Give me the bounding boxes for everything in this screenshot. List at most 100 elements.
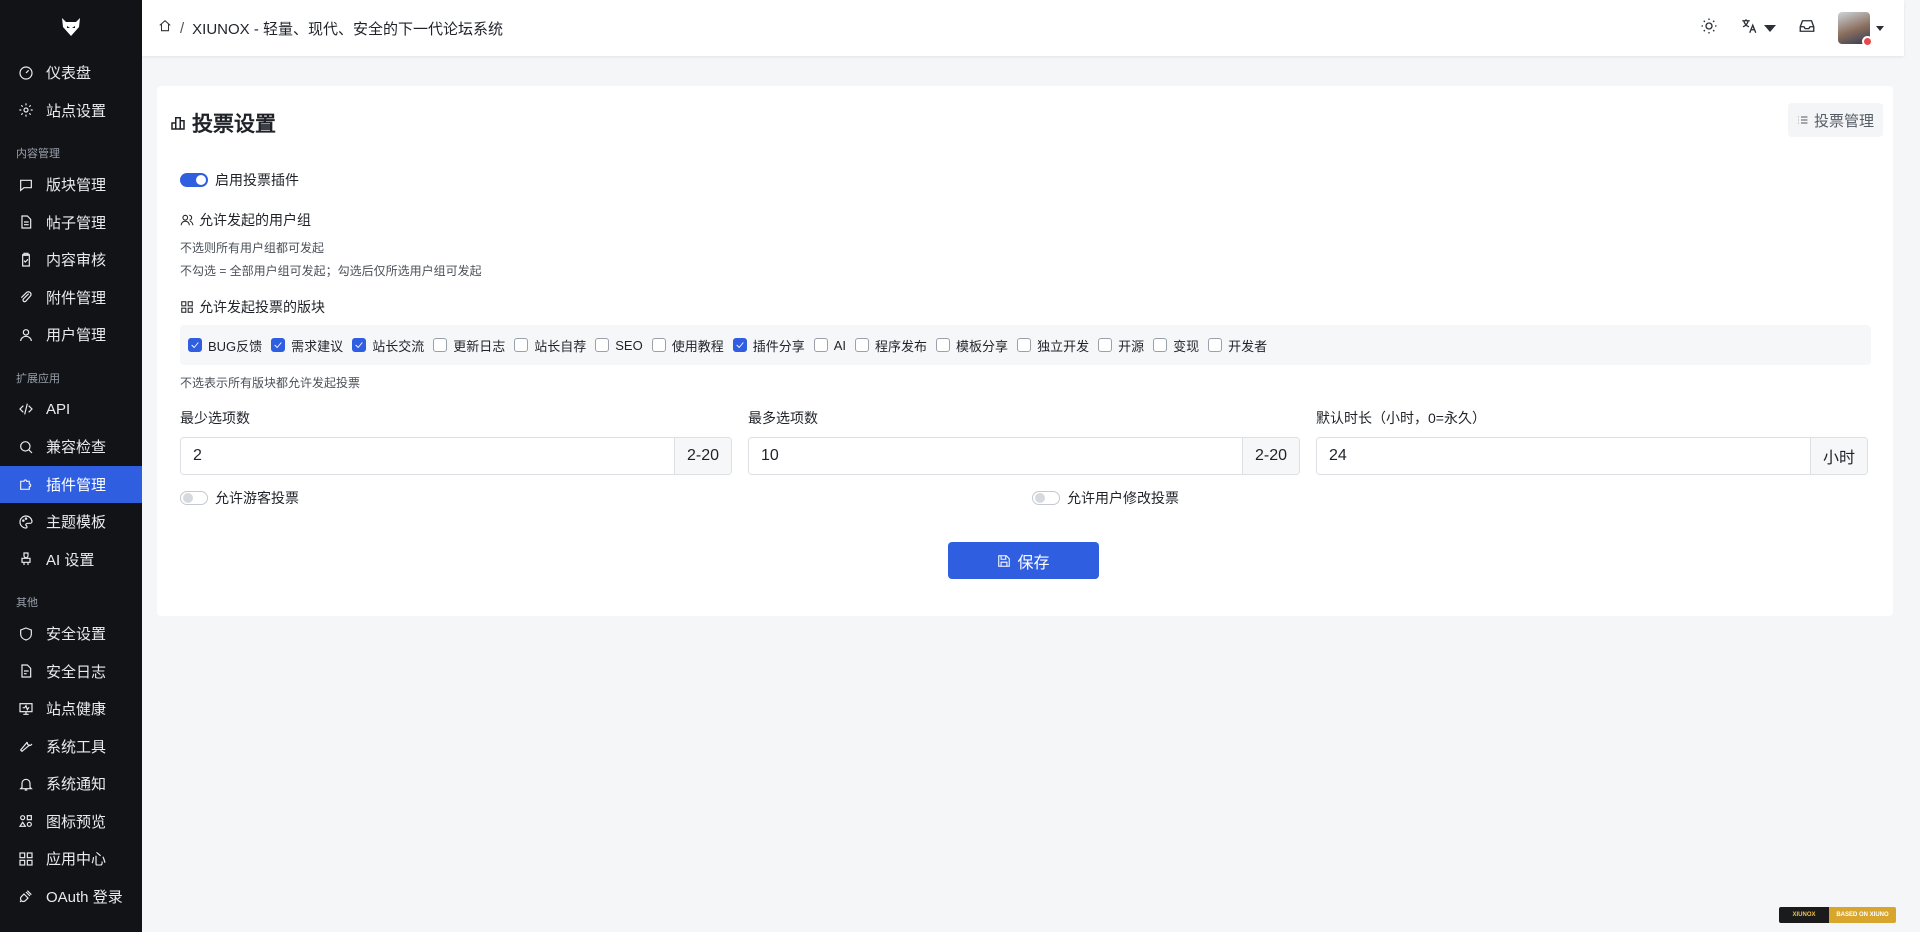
max-options-input[interactable] (749, 438, 1242, 474)
allow-modify-vote-label: 允许用户修改投票 (1067, 490, 1179, 506)
sidebar-item[interactable]: 站点设置 (0, 92, 142, 130)
duration-field: 小时 (1316, 437, 1868, 475)
bar-chart-icon (171, 117, 185, 130)
boards-title: 允许发起投票的版块 (180, 297, 325, 317)
notification-dot (1862, 36, 1873, 47)
sidebar-item[interactable]: 主题模板 (0, 503, 142, 541)
board-checkbox[interactable]: 开源 (1098, 336, 1144, 355)
sidebar-item-label: 帖子管理 (46, 214, 107, 232)
allow-guest-vote-toggle[interactable] (180, 491, 208, 505)
board-checkbox[interactable]: 站长交流 (352, 336, 424, 355)
sidebar-item[interactable]: 图标预览 (0, 803, 142, 841)
max-options-field: 2-20 (748, 437, 1300, 475)
breadcrumb-title[interactable]: XIUNOX - 轻量、现代、安全的下一代论坛系统 (192, 18, 503, 39)
inbox-icon[interactable] (1798, 17, 1816, 40)
checkbox-checked-icon (271, 338, 286, 352)
sidebar-item[interactable]: 系统工具 (0, 728, 142, 766)
save-button[interactable]: 保存 (948, 542, 1099, 579)
board-checkbox[interactable]: 插件分享 (732, 336, 805, 355)
board-checkbox[interactable]: AI (813, 338, 846, 353)
sidebar-item[interactable]: 安全日志 (0, 653, 142, 691)
board-checkbox-label: 独立开发 (1037, 338, 1090, 354)
clipboard-check-icon (18, 252, 34, 268)
poll-management-label: 投票管理 (1813, 112, 1874, 130)
groups-hint-detail: 不勾选 = 全部用户组可发起；勾选后仅所选用户组可发起 (180, 264, 482, 278)
sidebar-item-label: 兼容检查 (46, 439, 107, 457)
enable-plugin-toggle[interactable] (180, 173, 208, 187)
sun-icon[interactable] (1700, 17, 1718, 40)
sidebar-item-label: OAuth 登录 (46, 888, 123, 906)
ai-icon (18, 551, 34, 567)
allow-guest-vote-label: 允许游客投票 (215, 490, 299, 506)
sidebar-item[interactable]: 附件管理 (0, 279, 142, 317)
language-switcher[interactable] (1740, 17, 1776, 40)
user-icon (18, 327, 34, 343)
board-checkbox[interactable]: 使用教程 (651, 336, 724, 355)
sidebar-item[interactable]: 内容审核 (0, 241, 142, 279)
board-checkbox-label: 模板分享 (956, 338, 1009, 354)
sidebar-item[interactable]: 插件管理 (0, 465, 142, 503)
sidebar-item[interactable]: AI 设置 (0, 541, 142, 579)
chevron-down-icon (1764, 24, 1776, 32)
checkbox-checked-icon (188, 338, 202, 352)
sidebar-item[interactable]: 仪表盘 (0, 54, 142, 92)
sidebar-item-label: 安全日志 (46, 663, 107, 681)
board-checkbox[interactable]: BUG反馈 (188, 336, 262, 355)
users-icon (180, 214, 194, 226)
board-checkbox-label: 更新日志 (453, 338, 506, 354)
sidebar-item[interactable]: 安全设置 (0, 615, 142, 653)
sidebar-item[interactable]: 版块管理 (0, 166, 142, 204)
duration-suffix: 小时 (1809, 438, 1867, 474)
monitor-icon (18, 701, 34, 717)
user-groups-title-text: 允许发起的用户组 (199, 212, 311, 228)
sidebar-item[interactable]: 应用中心 (0, 840, 142, 878)
user-menu[interactable] (1838, 12, 1884, 47)
top-header: / XIUNOX - 轻量、现代、安全的下一代论坛系统 (142, 0, 1904, 56)
chat-icon (18, 177, 34, 193)
sidebar-item[interactable]: 帖子管理 (0, 204, 142, 242)
board-checkbox[interactable]: 更新日志 (433, 336, 505, 355)
board-checkbox[interactable]: 开发者 (1208, 336, 1267, 355)
bell-icon (18, 776, 34, 792)
checkbox-checked-icon (732, 338, 747, 352)
board-checkbox[interactable]: 变现 (1153, 336, 1199, 355)
home-icon[interactable] (158, 19, 172, 38)
avatar (1838, 12, 1873, 47)
board-checkbox[interactable]: 模板分享 (936, 336, 1008, 355)
page-title-text: 投票设置 (192, 113, 276, 136)
duration-input[interactable] (1317, 438, 1810, 474)
paperclip-icon (18, 289, 34, 305)
board-checkbox-label: BUG反馈 (208, 338, 263, 354)
board-checkbox[interactable]: SEO (595, 337, 643, 353)
board-checkbox-label: SEO (615, 337, 643, 353)
sidebar-item[interactable]: API (0, 391, 142, 429)
poll-management-button[interactable]: 投票管理 (1787, 103, 1883, 137)
board-checkbox[interactable]: 需求建议 (271, 336, 343, 355)
sidebar-item[interactable]: 系统通知 (0, 765, 142, 803)
checkbox-empty-icon (514, 338, 529, 352)
board-checkbox-label: 使用教程 (671, 338, 724, 354)
board-checkbox[interactable]: 站长自荐 (514, 336, 586, 355)
sidebar-item[interactable]: 站点健康 (0, 690, 142, 728)
logo[interactable] (0, 0, 142, 54)
user-groups-title: 允许发起的用户组 (180, 210, 311, 230)
breadcrumb-separator: / (180, 19, 185, 37)
allow-modify-vote-toggle[interactable] (1032, 491, 1060, 505)
puzzle-icon (18, 476, 34, 492)
sidebar-item[interactable]: 兼容检查 (0, 428, 142, 466)
powered-by-badge[interactable]: XIUNOX BASED ON XIUNO (1779, 907, 1896, 923)
min-options-input[interactable] (181, 438, 674, 474)
sidebar-item-label: 图标预览 (46, 813, 107, 831)
board-checkbox[interactable]: 独立开发 (1017, 336, 1089, 355)
board-checkbox[interactable]: 程序发布 (855, 336, 927, 355)
board-checkbox-label: 变现 (1173, 338, 1200, 354)
sidebar-item[interactable]: OAuth 登录 (0, 878, 142, 916)
sidebar-item[interactable]: 用户管理 (0, 316, 142, 354)
checkbox-empty-icon (1098, 338, 1113, 352)
sidebar-item-label: 附件管理 (46, 289, 107, 307)
boards-hint: 不选表示所有版块都允许发起投票 (180, 376, 361, 390)
board-checkbox-label: 开发者 (1228, 338, 1268, 354)
board-checkbox-label: 插件分享 (752, 338, 805, 354)
checkbox-empty-icon (433, 338, 448, 352)
sidebar-item-label: 插件管理 (46, 476, 107, 494)
